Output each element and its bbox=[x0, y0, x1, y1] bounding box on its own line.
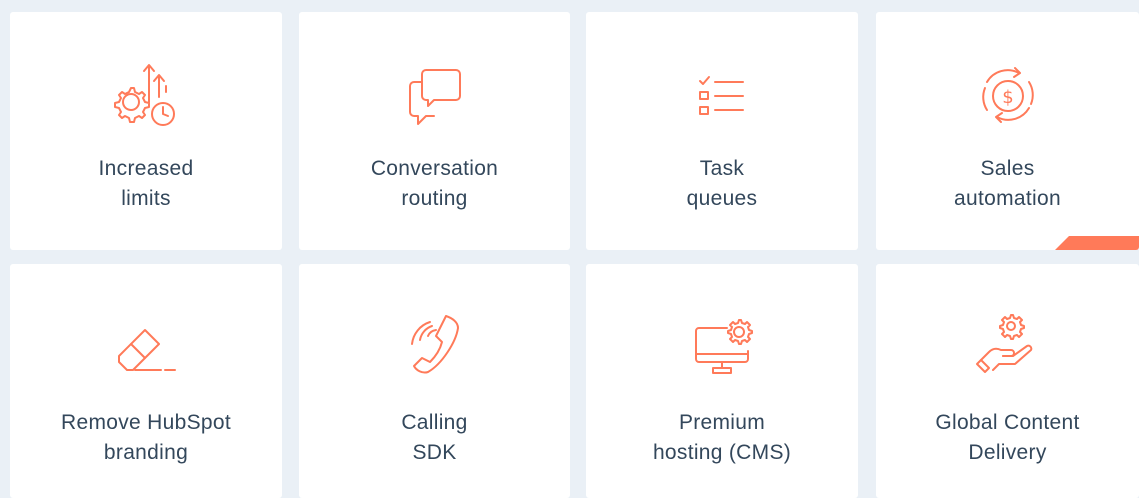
feature-label: Sales automation bbox=[876, 154, 1139, 214]
feature-label-line2: limits bbox=[121, 187, 171, 210]
feature-label-line1: Global Content bbox=[935, 411, 1080, 434]
feature-label-line1: Premium bbox=[678, 411, 766, 434]
feature-card-global-content-delivery: Global Content Delivery bbox=[876, 264, 1139, 498]
monitor-gear-icon bbox=[677, 302, 767, 392]
feature-label: Premium hosting (CMS) bbox=[586, 408, 858, 468]
feature-card-increased-limits: Increased limits bbox=[10, 12, 282, 250]
feature-label: Task queues bbox=[586, 154, 858, 214]
svg-text:$: $ bbox=[1002, 87, 1013, 108]
chat-bubbles-icon bbox=[390, 52, 480, 142]
feature-label-line2: routing bbox=[401, 187, 468, 210]
feature-label-line2: branding bbox=[103, 441, 189, 464]
feature-label-line2: SDK bbox=[412, 441, 457, 464]
phone-icon bbox=[390, 302, 480, 392]
feature-label: Calling SDK bbox=[299, 408, 570, 468]
feature-label: Conversation routing bbox=[299, 154, 570, 214]
feature-label-line2: hosting (CMS) bbox=[652, 441, 792, 464]
feature-label-line1: Sales bbox=[980, 157, 1035, 180]
eraser-icon bbox=[101, 302, 191, 392]
feature-label-line2: automation bbox=[954, 187, 1061, 210]
feature-label: Global Content Delivery bbox=[876, 408, 1139, 468]
feature-card-conversation-routing: Conversation routing bbox=[299, 12, 570, 250]
feature-label-line1: Conversation bbox=[370, 157, 499, 180]
feature-card-task-queues: Task queues bbox=[586, 12, 858, 250]
checklist-icon bbox=[677, 52, 767, 142]
feature-label-line2: Delivery bbox=[968, 441, 1047, 464]
feature-card-calling-sdk: Calling SDK bbox=[299, 264, 570, 498]
feature-card-remove-branding: Remove HubSpot branding bbox=[10, 264, 282, 498]
feature-card-sales-automation: $ Sales automation bbox=[876, 12, 1139, 250]
accent-bar bbox=[1055, 236, 1139, 250]
features-grid: Increased limits Conversation routing Ta… bbox=[0, 0, 1139, 498]
feature-label-line2: queues bbox=[686, 187, 758, 210]
feature-card-premium-hosting: Premium hosting (CMS) bbox=[586, 264, 858, 498]
feature-label-line1: Calling bbox=[401, 411, 468, 434]
feature-label: Remove HubSpot branding bbox=[10, 408, 282, 468]
feature-label-line1: Remove HubSpot bbox=[61, 411, 231, 434]
feature-label-line1: Increased bbox=[98, 157, 194, 180]
gears-arrows-clock-icon bbox=[101, 52, 191, 142]
dollar-cycle-icon: $ bbox=[963, 52, 1053, 142]
feature-label-line1: Task bbox=[699, 157, 745, 180]
feature-label: Increased limits bbox=[10, 154, 282, 214]
hand-gear-icon bbox=[963, 302, 1053, 392]
